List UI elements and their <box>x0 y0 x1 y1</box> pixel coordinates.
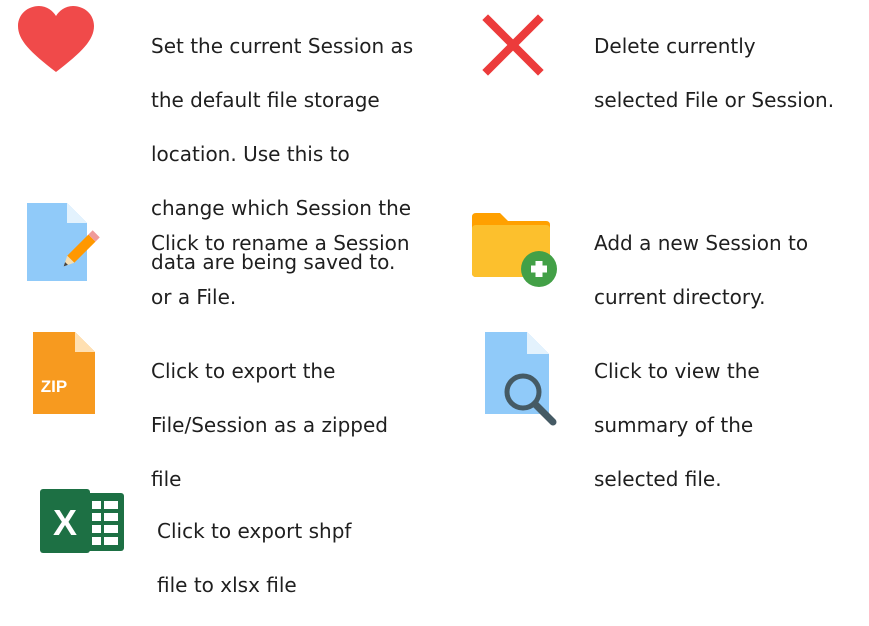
rename-file-icon[interactable] <box>27 203 103 285</box>
excel-icon[interactable]: X <box>40 489 126 553</box>
view-summary-icon[interactable] <box>479 332 569 428</box>
rename-description: Click to rename a Session or a File. <box>151 231 410 309</box>
zip-label: ZIP <box>41 377 67 396</box>
view-summary-description: Click to view the summary of the selecte… <box>594 359 760 491</box>
delete-x-icon[interactable] <box>482 14 544 76</box>
add-folder-description: Add a new Session to current directory. <box>594 231 809 309</box>
heart-icon[interactable] <box>16 6 96 74</box>
zip-file-icon[interactable]: ZIP <box>33 332 95 414</box>
delete-description: Delete currently selected File or Sessio… <box>594 34 835 112</box>
excel-letter: X <box>53 502 77 543</box>
excel-description: Click to export shpf file to xlsx file <box>157 519 352 597</box>
add-folder-icon[interactable] <box>470 211 566 289</box>
